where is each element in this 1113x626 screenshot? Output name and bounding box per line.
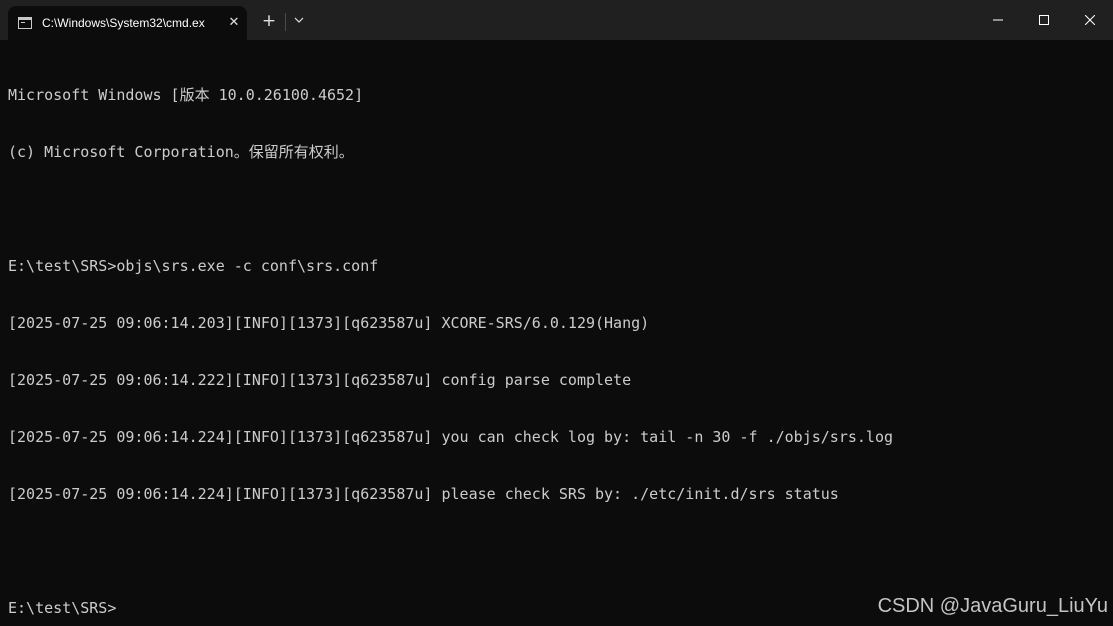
watermark: CSDN @JavaGuru_LiuYu [877,595,1108,617]
console-output[interactable]: Microsoft Windows [版本 10.0.26100.4652] (… [8,48,1108,618]
tab-cmd[interactable]: C:\Windows\System32\cmd.ex ✕ [8,6,247,40]
tab-dropdown-button[interactable] [290,11,308,33]
console-line: Microsoft Windows [版本 10.0.26100.4652] [8,86,364,104]
tab-title: C:\Windows\System32\cmd.ex [42,16,205,30]
console-line: [2025-07-25 09:06:14.224][INFO][1373][q6… [8,485,839,503]
maximize-icon [1039,15,1049,25]
close-icon [1085,15,1095,25]
console-line: E:\test\SRS>objs\srs.exe -c conf\srs.con… [8,257,379,275]
close-window-button[interactable] [1067,0,1113,40]
close-tab-button[interactable]: ✕ [226,14,242,32]
console-line: [2025-07-25 09:06:14.224][INFO][1373][q6… [8,428,894,446]
minimize-button[interactable] [975,0,1021,40]
console-line: (c) Microsoft Corporation。保留所有权利。 [8,143,354,161]
new-tab-button[interactable]: + [258,10,280,32]
console-line: [2025-07-25 09:06:14.203][INFO][1373][q6… [8,314,650,332]
cmd-console-icon [18,17,32,29]
title-bar[interactable]: C:\Windows\System32\cmd.ex ✕ + [0,0,1113,40]
tab-separator [285,13,286,31]
console-line: [2025-07-25 09:06:14.222][INFO][1373][q6… [8,371,632,389]
minimize-icon [993,19,1003,21]
maximize-button[interactable] [1021,0,1067,40]
terminal-window: C:\Windows\System32\cmd.ex ✕ + Microsoft… [0,0,1113,626]
chevron-down-icon [294,17,304,23]
